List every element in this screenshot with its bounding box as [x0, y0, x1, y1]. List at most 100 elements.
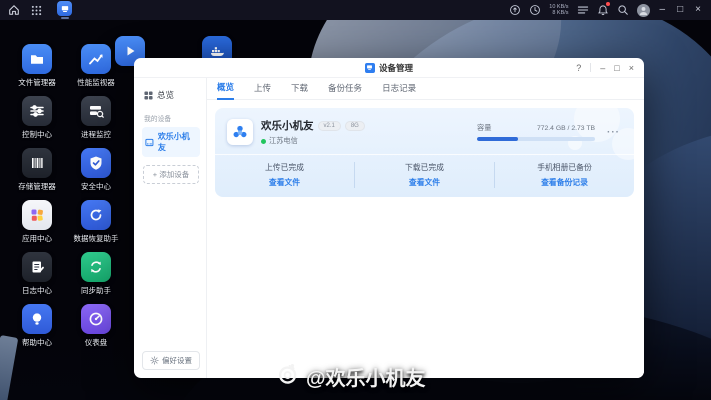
desktop-icon-help-center[interactable]: 帮助中心 — [6, 304, 68, 348]
sidebar-device-label: 欢乐小机友 — [158, 131, 197, 153]
disk-array-icon — [22, 148, 52, 178]
desktop-icon-label: 同步助手 — [81, 285, 111, 296]
window-title: 设备管理 — [379, 62, 413, 74]
gauge-icon — [81, 304, 111, 334]
desktop-icon-label: 数据恢复助手 — [74, 233, 119, 244]
device-manager-window: 设备管理 ? – □ × 总览 我的设备 欢乐小机友 — [134, 58, 644, 378]
shield-check-icon — [81, 148, 111, 178]
window-minimize-button[interactable]: – — [600, 58, 605, 78]
sidebar-item-overview[interactable]: 总览 — [142, 86, 200, 104]
home-icon[interactable] — [8, 4, 20, 16]
close-button[interactable]: × — [693, 0, 703, 20]
backup-status-column: 手机相册已备份 查看备份记录 — [495, 162, 634, 188]
search-icon[interactable] — [617, 4, 629, 16]
server-search-icon — [81, 96, 111, 126]
topbar-right-group: 10 KB/s 8 KB/s – □ × — [509, 0, 703, 20]
desktop-icon-label: 仪表盘 — [85, 337, 108, 348]
user-avatar[interactable] — [637, 4, 650, 17]
tab-upload[interactable]: 上传 — [254, 82, 271, 99]
tab-download[interactable]: 下载 — [291, 82, 308, 99]
device-summary-row: 欢乐小机友 v2.1 8G 江苏电信 容量 — [215, 108, 634, 154]
upload-view-files-link[interactable]: 查看文件 — [269, 177, 300, 188]
window-close-button[interactable]: × — [629, 58, 634, 78]
watermark-text: @欢乐小机友 — [306, 362, 426, 391]
capacity-block: 容量 772.4 GB / 2.73 TB — [477, 123, 595, 141]
window-maximize-button[interactable]: □ — [614, 58, 619, 78]
taskbar-active-app[interactable] — [57, 0, 72, 20]
topbar-left-group — [8, 0, 72, 20]
window-sidebar: 总览 我的设备 欢乐小机友 + 添加设备 偏好设置 — [134, 78, 207, 378]
notification-badge — [606, 2, 610, 6]
active-app-indicator — [61, 17, 69, 19]
desktop-icon-label: 文件管理器 — [18, 77, 56, 88]
sync-status-icon[interactable] — [509, 4, 521, 16]
trend-chart-icon — [81, 44, 111, 74]
window-title-icon — [365, 63, 375, 73]
help-button[interactable]: ? — [576, 58, 581, 78]
online-status-dot — [261, 139, 266, 144]
download-status-title: 下载已完成 — [405, 162, 444, 173]
tab-overview[interactable]: 概览 — [217, 81, 234, 100]
desktop-icon-label: 帮助中心 — [22, 337, 52, 348]
watermark: @欢乐小机友 — [276, 362, 426, 391]
desktop-icon-security-center[interactable]: 安全中心 — [65, 148, 127, 192]
tab-logs[interactable]: 日志记录 — [382, 82, 416, 99]
add-device-button[interactable]: + 添加设备 — [143, 165, 199, 184]
window-title-group: 设备管理 — [134, 62, 644, 74]
desktop-icon-dashboard[interactable]: 仪表盘 — [65, 304, 127, 348]
desktop-icon-data-recovery[interactable]: 数据恢复助手 — [65, 200, 127, 244]
tab-backup-tasks[interactable]: 备份任务 — [328, 82, 362, 99]
download-speed: 8 KB/s — [549, 10, 568, 16]
network-speed-indicator[interactable]: 10 KB/s 8 KB/s — [549, 4, 568, 16]
device-logo-icon — [227, 119, 253, 145]
divider — [590, 63, 591, 72]
device-badge: 8G — [345, 121, 365, 131]
capacity-progress-track — [477, 137, 595, 141]
desktop-icon-app-center[interactable]: 应用中心 — [6, 200, 68, 244]
preferences-button[interactable]: 偏好设置 — [142, 351, 200, 370]
apps-grid-icon — [22, 200, 52, 230]
desktop-icon-storage-manager[interactable]: 存储管理器 — [6, 148, 68, 192]
desktop-icon-control-center[interactable]: 控制中心 — [6, 96, 68, 140]
minimize-button[interactable]: – — [658, 0, 668, 20]
lightbulb-icon — [22, 304, 52, 334]
download-status-column: 下载已完成 查看文件 — [354, 162, 495, 188]
sync-arrows-icon — [81, 252, 111, 282]
clock-icon[interactable] — [529, 4, 541, 16]
desktop-icon-label: 存储管理器 — [18, 181, 56, 192]
desktop-icon-file-manager[interactable]: 文件管理器 — [6, 44, 68, 88]
backup-status-title: 手机相册已备份 — [537, 162, 592, 173]
sidebar-item-label: 总览 — [157, 89, 174, 101]
sliders-icon — [22, 96, 52, 126]
window-titlebar[interactable]: 设备管理 ? – □ × — [134, 58, 644, 78]
capacity-label: 容量 — [477, 123, 491, 133]
capacity-value: 772.4 GB / 2.73 TB — [537, 125, 595, 132]
task-list-icon[interactable] — [577, 5, 589, 15]
device-more-menu[interactable]: ··· — [607, 127, 620, 138]
weibo-logo-icon — [273, 360, 303, 394]
desktop-icon-log-center[interactable]: 日志中心 — [6, 252, 68, 296]
preferences-label: 偏好设置 — [162, 355, 192, 366]
device-manager-app-icon — [57, 1, 72, 16]
desktop: 文件管理器 性能监视器 控制中心 进程监控 存储管理器 安全中心 应用中心 — [0, 0, 711, 400]
device-badge: v2.1 — [318, 121, 341, 131]
app-launcher-grid-icon[interactable] — [31, 5, 42, 16]
desktop-icon-sync-assistant[interactable]: 同步助手 — [65, 252, 127, 296]
device-info: 欢乐小机友 v2.1 8G 江苏电信 — [261, 118, 365, 146]
desktop-icon-label: 日志中心 — [22, 285, 52, 296]
upload-status-title: 上传已完成 — [265, 162, 304, 173]
upload-status-column: 上传已完成 查看文件 — [215, 162, 354, 188]
desktop-icon-label: 安全中心 — [81, 181, 111, 192]
notifications-bell-icon[interactable] — [597, 4, 609, 16]
window-main: 概览 上传 下载 备份任务 日志记录 — [207, 78, 644, 378]
desktop-icon-label: 性能监视器 — [77, 77, 115, 88]
download-view-files-link[interactable]: 查看文件 — [409, 177, 440, 188]
backup-records-link[interactable]: 查看备份记录 — [541, 177, 588, 188]
notebook-pen-icon — [22, 252, 52, 282]
system-topbar: 10 KB/s 8 KB/s – □ × — [0, 0, 711, 20]
sidebar-item-device[interactable]: 欢乐小机友 — [142, 127, 200, 157]
desktop-icon-label: 应用中心 — [22, 233, 52, 244]
desktop-icon-process-monitor[interactable]: 进程监控 — [65, 96, 127, 140]
desktop-icon-label: 控制中心 — [22, 129, 52, 140]
maximize-button[interactable]: □ — [675, 0, 685, 20]
